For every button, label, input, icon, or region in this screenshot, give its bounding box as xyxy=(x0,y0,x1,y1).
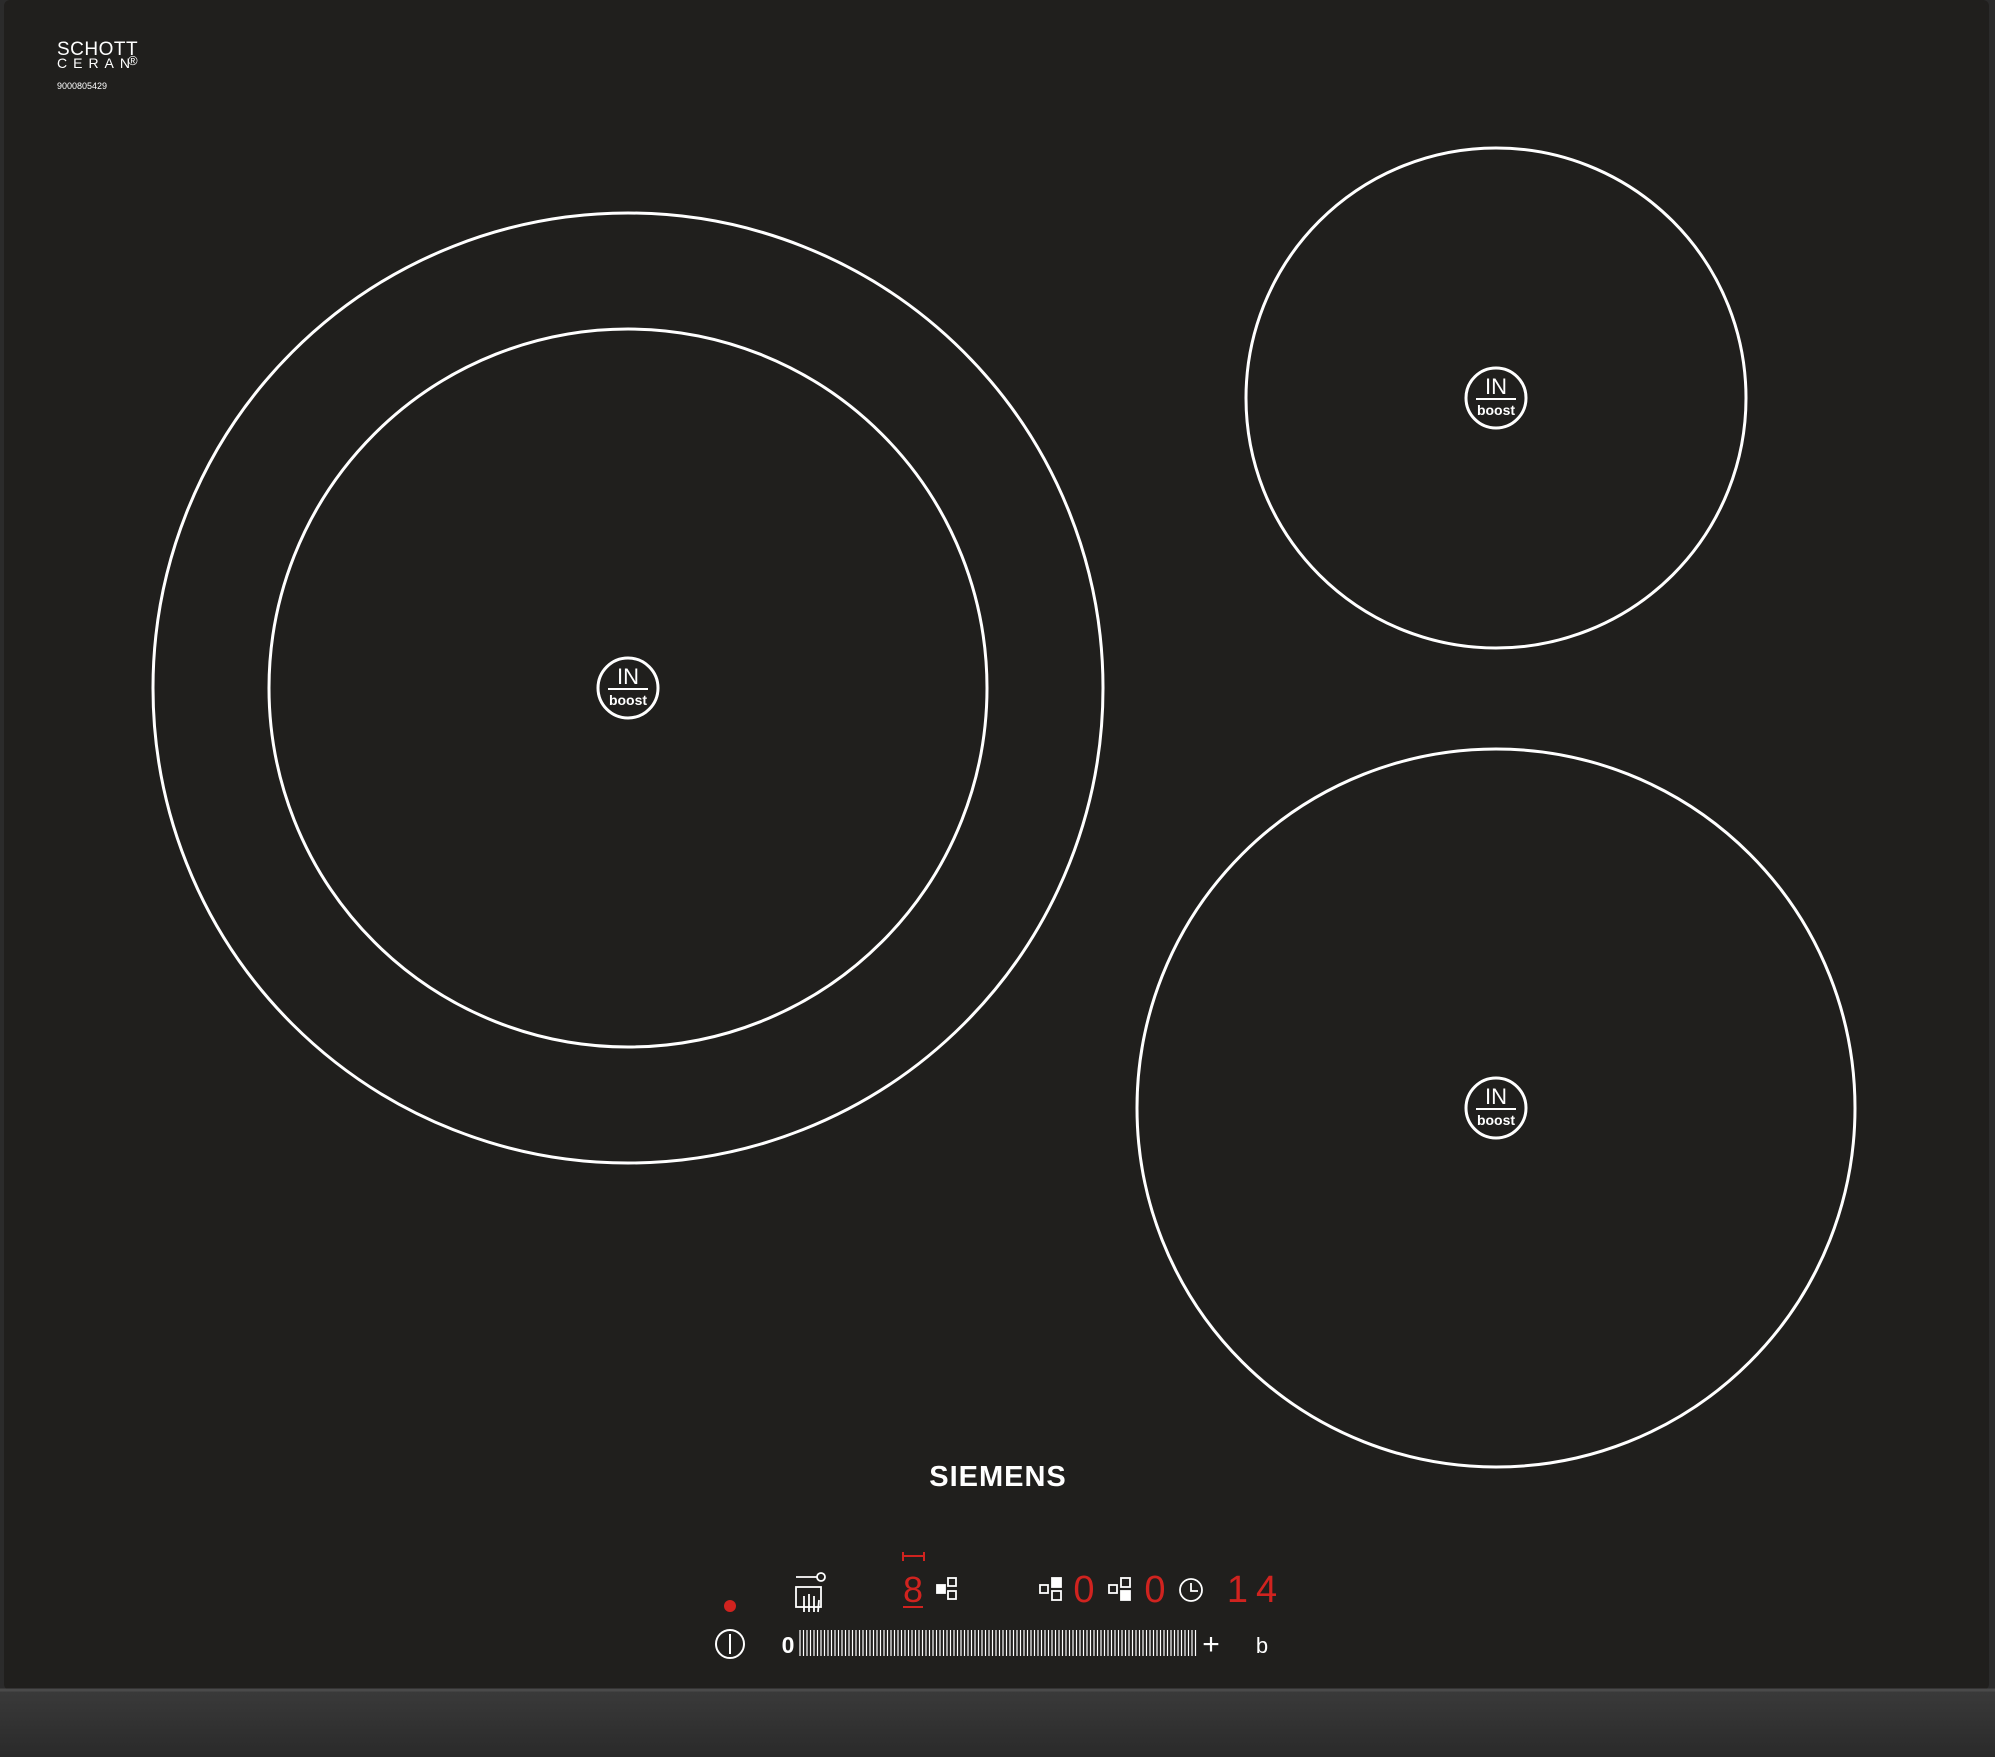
power-indicator-dot xyxy=(724,1600,736,1612)
badge-bottom-text: boost xyxy=(1477,402,1515,418)
badge-bottom-text: boost xyxy=(1477,1112,1515,1128)
glass-line2: CERAN xyxy=(57,55,136,71)
glass-surface xyxy=(4,0,1989,1690)
extra-button-label[interactable]: b xyxy=(1256,1633,1268,1658)
timer-display: 14 xyxy=(1227,1569,1285,1611)
serial-number: 9000805429 xyxy=(57,81,107,91)
zone-level-2: 0 xyxy=(1144,1569,1165,1611)
brand-logo: SIEMENS xyxy=(929,1461,1067,1493)
badge-top-text: IN xyxy=(1485,1084,1507,1109)
induction-hob: SCHOTT CERAN ® 9000805429 IN boost IN bo… xyxy=(0,0,1995,1757)
badge-top-text: IN xyxy=(617,664,639,689)
zone-level-1: 0 xyxy=(1073,1569,1094,1611)
slider-min-label[interactable]: 0 xyxy=(782,1632,795,1658)
selected-zone-digit: 8 xyxy=(903,1569,923,1610)
slider-plus-label[interactable]: + xyxy=(1202,1628,1220,1661)
badge-bottom-text: boost xyxy=(609,692,647,708)
registered-mark: ® xyxy=(128,53,138,68)
badge-top-text: IN xyxy=(1485,374,1507,399)
bottom-bevel xyxy=(0,1690,1995,1757)
